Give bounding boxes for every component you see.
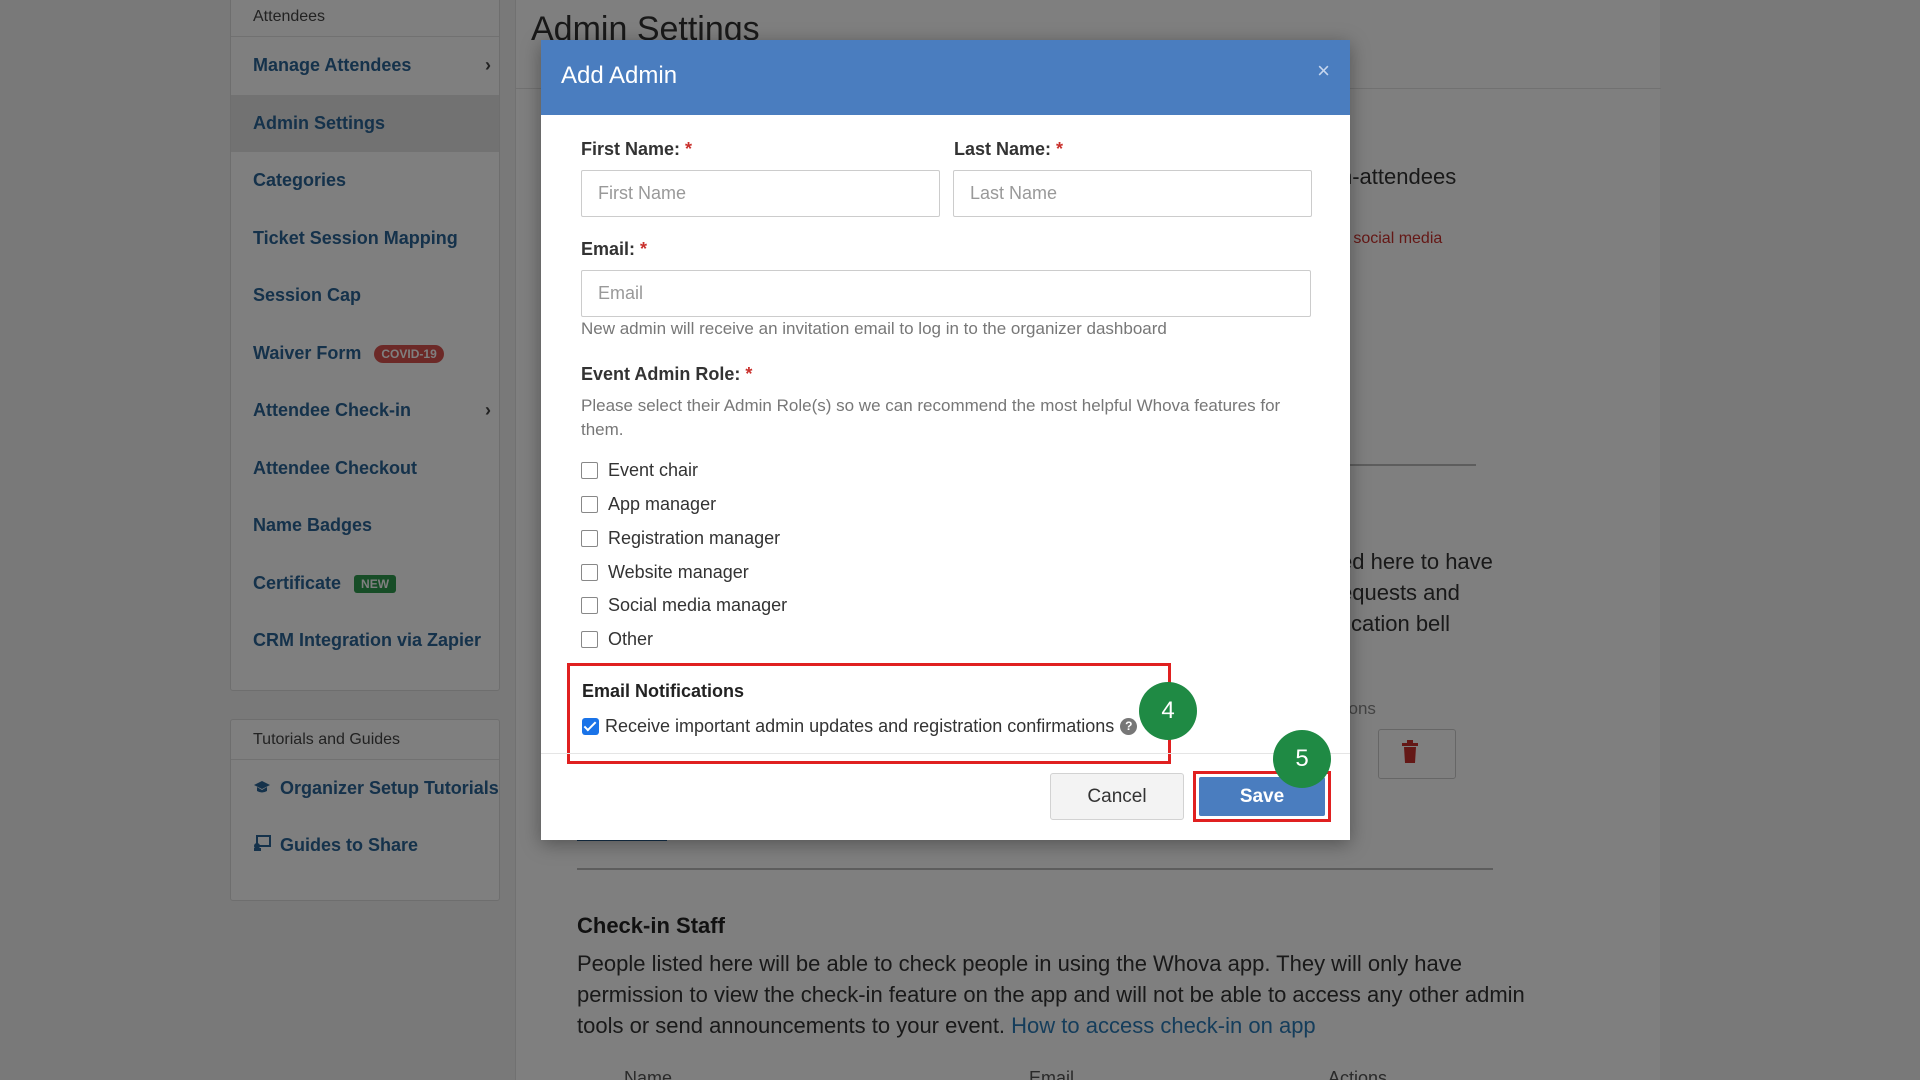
role-option-label: Event chair — [608, 459, 699, 480]
checkbox[interactable] — [581, 529, 598, 547]
modal-header: Add Admin × — [541, 40, 1350, 115]
last-name-field[interactable] — [953, 170, 1312, 217]
checkbox[interactable] — [581, 596, 598, 614]
required-marker: * — [640, 239, 648, 259]
admin-role-help-text: Please select their Admin Role(s) so we … — [581, 396, 1281, 439]
role-option-website-manager[interactable]: Website manager — [581, 560, 749, 584]
required-marker: * — [1056, 139, 1064, 159]
checkbox[interactable] — [581, 461, 598, 479]
add-admin-modal: Add Admin × First Name: * Last Name: * E… — [541, 40, 1350, 840]
checkbox[interactable] — [581, 495, 598, 513]
role-option-label: Website manager — [608, 561, 749, 582]
checkbox[interactable] — [581, 563, 598, 581]
role-option-label: Registration manager — [608, 527, 781, 548]
step-marker-4: 4 — [1139, 682, 1197, 740]
checkbox-checked[interactable] — [582, 718, 599, 735]
admin-updates-option[interactable]: Receive important admin updates and regi… — [582, 716, 1138, 737]
role-option-other[interactable]: Other — [581, 627, 653, 651]
role-option-label: App manager — [608, 493, 717, 514]
role-option-app-manager[interactable]: App manager — [581, 492, 716, 516]
email-notifications-title: Email Notifications — [582, 681, 745, 701]
checkbox[interactable] — [581, 630, 598, 648]
admin-role-label: Event Admin Role: * — [581, 364, 753, 384]
email-help-text: New admin will receive an invitation ema… — [581, 319, 1167, 338]
required-marker: * — [685, 139, 693, 159]
help-icon[interactable]: ? — [1120, 718, 1138, 735]
close-icon[interactable]: × — [1317, 58, 1330, 84]
role-option-label: Social media manager — [608, 594, 788, 615]
admin-updates-label: Receive important admin updates and regi… — [605, 716, 1115, 736]
role-option-social-media-manager[interactable]: Social media manager — [581, 593, 787, 617]
role-option-label: Other — [608, 628, 654, 649]
cancel-button[interactable]: Cancel — [1050, 773, 1184, 820]
email-field[interactable] — [581, 270, 1311, 317]
first-name-field[interactable] — [581, 170, 940, 217]
modal-footer-divider — [541, 753, 1350, 754]
email-label: Email: * — [581, 239, 648, 259]
required-marker: * — [745, 364, 753, 384]
step-marker-5: 5 — [1273, 730, 1331, 788]
role-option-event-chair[interactable]: Event chair — [581, 458, 698, 482]
first-name-label: First Name: * — [581, 139, 693, 159]
modal-title: Add Admin — [561, 62, 678, 89]
role-option-registration-manager[interactable]: Registration manager — [581, 526, 780, 550]
last-name-label: Last Name: * — [954, 139, 1064, 159]
email-notifications-highlight: Email Notifications Receive important ad… — [567, 663, 1171, 764]
